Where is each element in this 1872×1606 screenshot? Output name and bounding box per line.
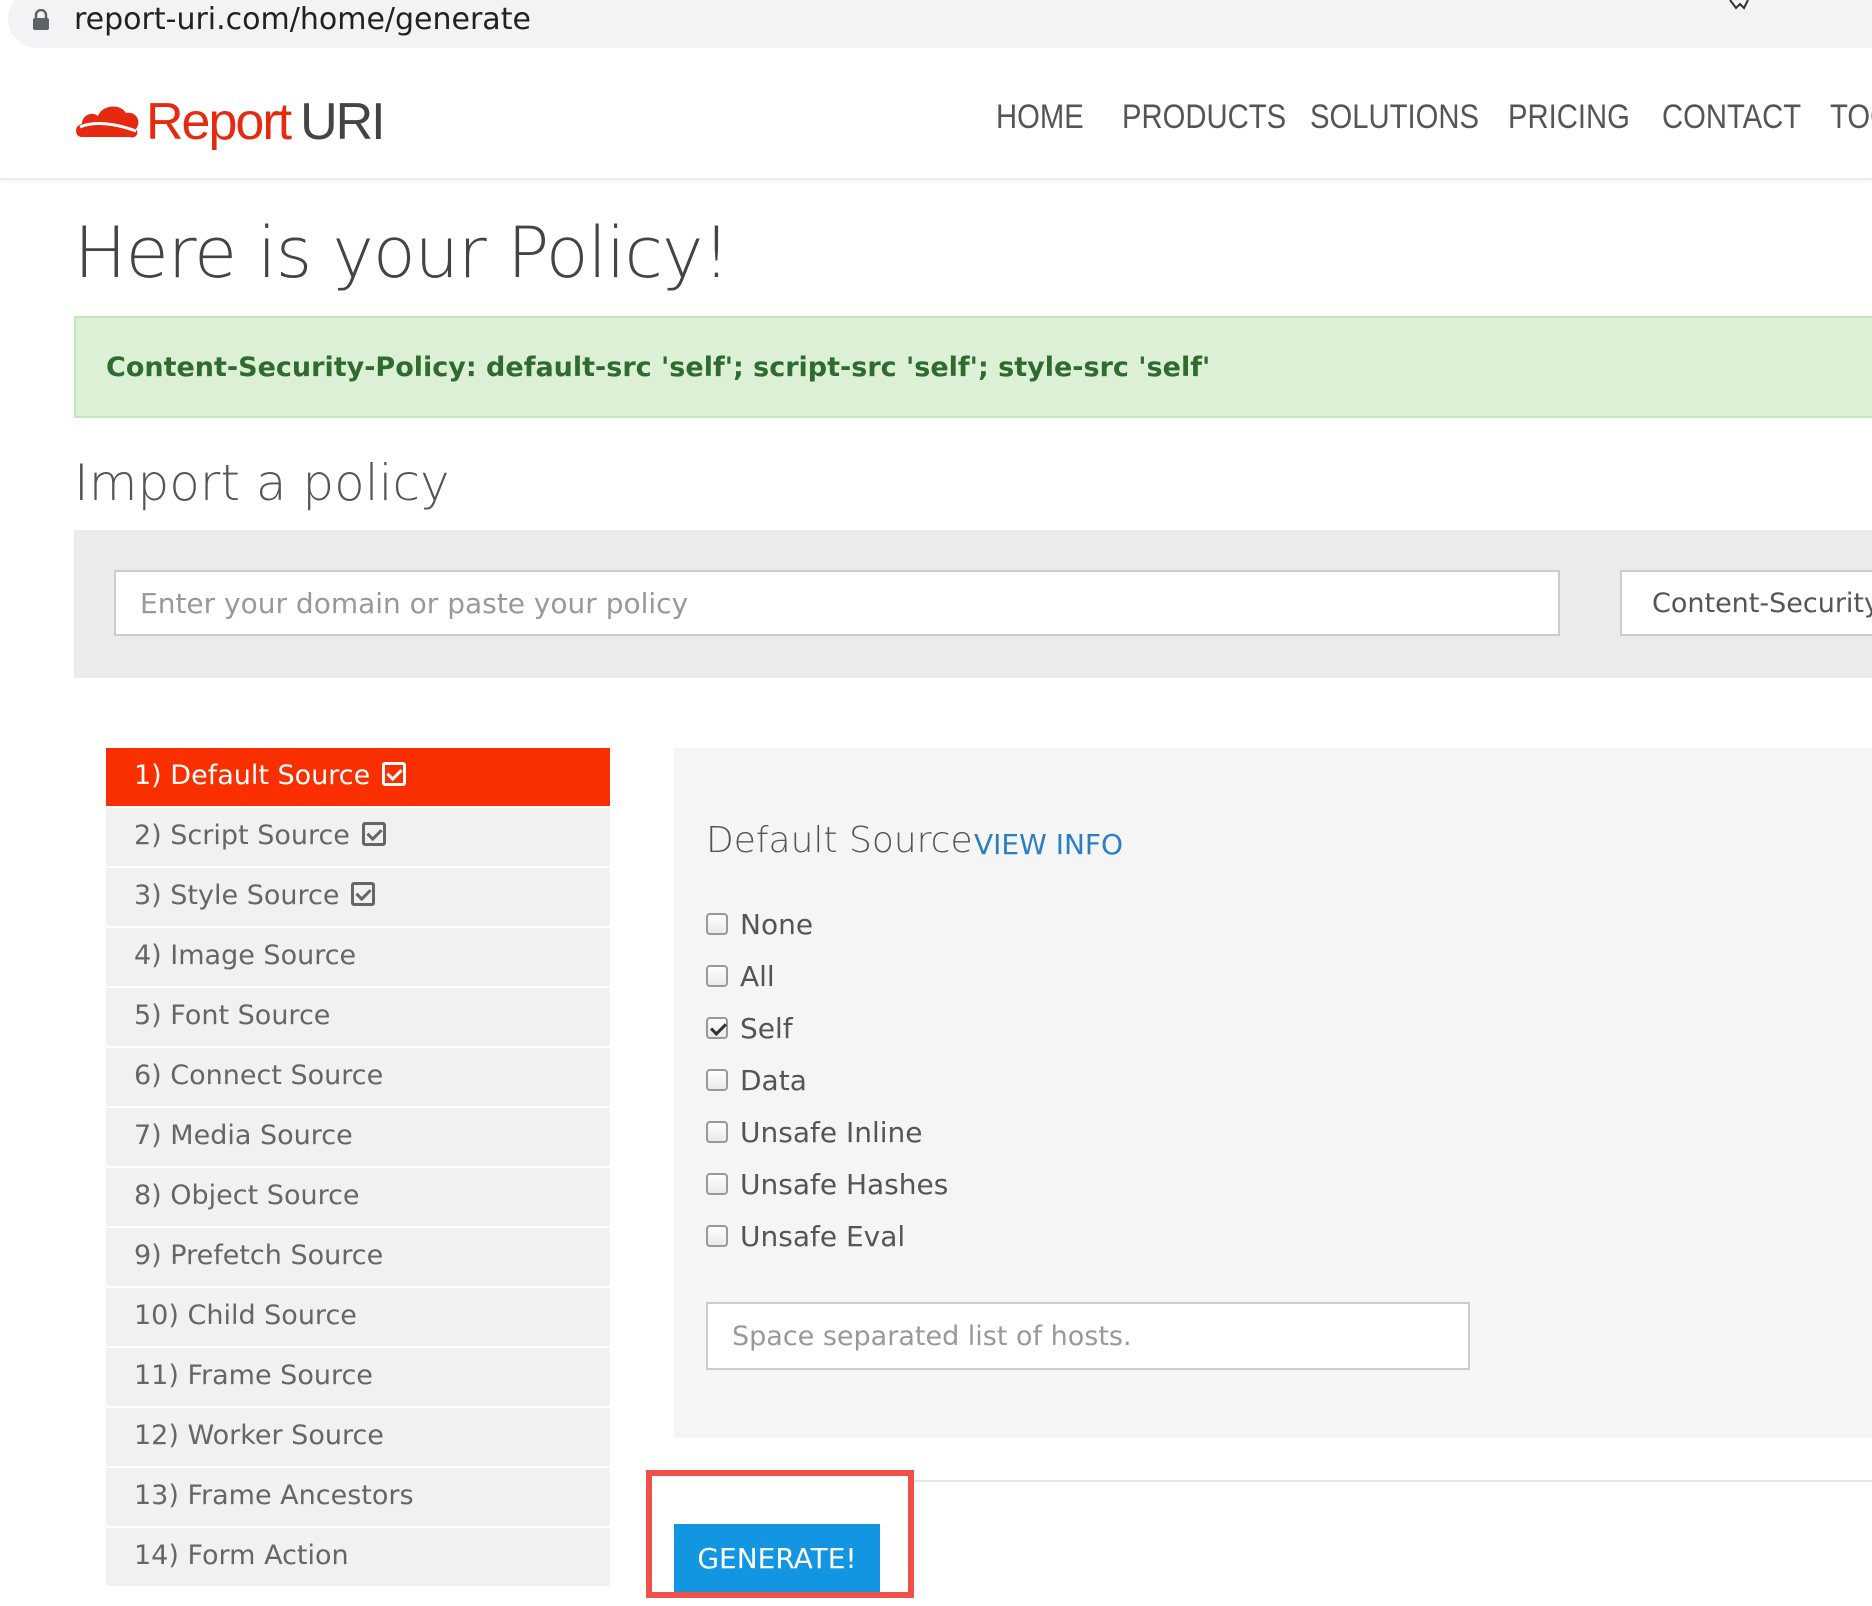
directive-item-style-source[interactable]: 3) Style Source bbox=[106, 868, 610, 926]
nav-solutions[interactable]: SOLUTIONS bbox=[1310, 98, 1479, 137]
option-unsafe-inline[interactable]: Unsafe Inline bbox=[706, 1112, 923, 1152]
directive-item-connect-source[interactable]: 6) Connect Source bbox=[106, 1048, 610, 1106]
checkbox-checked-icon bbox=[361, 822, 386, 846]
directive-label: 9) Prefetch Source bbox=[134, 1240, 384, 1271]
checkbox[interactable] bbox=[706, 1121, 728, 1143]
option-none[interactable]: None bbox=[706, 904, 813, 944]
directive-item-media-source[interactable]: 7) Media Source bbox=[106, 1108, 610, 1166]
hosts-input[interactable] bbox=[706, 1302, 1470, 1370]
browser-address-bar: report-uri.com/home/generate bbox=[0, 0, 1872, 58]
checkbox[interactable] bbox=[706, 965, 728, 987]
directive-item-worker-source[interactable]: 12) Worker Source bbox=[106, 1408, 610, 1466]
directive-list: 1) Default Source 2) Script Source 3) St… bbox=[106, 748, 610, 1588]
directive-item-prefetch-source[interactable]: 9) Prefetch Source bbox=[106, 1228, 610, 1286]
checkbox[interactable] bbox=[706, 1069, 728, 1091]
directive-label: 5) Font Source bbox=[134, 1000, 331, 1031]
url-text[interactable]: report-uri.com/home/generate bbox=[74, 2, 531, 37]
directive-item-form-action[interactable]: 14) Form Action bbox=[106, 1528, 610, 1586]
option-all[interactable]: All bbox=[706, 956, 775, 996]
directive-item-font-source[interactable]: 5) Font Source bbox=[106, 988, 610, 1046]
checkbox[interactable] bbox=[706, 1225, 728, 1247]
directive-label: 8) Object Source bbox=[134, 1180, 360, 1211]
directive-item-child-source[interactable]: 10) Child Source bbox=[106, 1288, 610, 1346]
directive-item-frame-source[interactable]: 11) Frame Source bbox=[106, 1348, 610, 1406]
option-label: None bbox=[740, 907, 814, 941]
view-info-link[interactable]: VIEW INFO bbox=[974, 828, 1123, 861]
directive-label: 1) Default Source bbox=[134, 760, 371, 791]
directive-label: 12) Worker Source bbox=[134, 1420, 384, 1451]
lock-icon bbox=[33, 9, 49, 30]
nav-products[interactable]: PRODUCTS bbox=[1122, 98, 1286, 137]
option-unsafe-hashes[interactable]: Unsafe Hashes bbox=[706, 1164, 948, 1204]
directive-item-default-source[interactable]: 1) Default Source bbox=[106, 748, 610, 806]
directive-label: 13) Frame Ancestors bbox=[134, 1480, 414, 1511]
policy-output-text[interactable]: Content-Security-Policy: default-src 'se… bbox=[106, 352, 1210, 383]
generate-button[interactable]: GENERATE! bbox=[674, 1524, 880, 1592]
logo-text-report: Report bbox=[146, 93, 292, 151]
page-title: Here is your Policy! bbox=[74, 212, 730, 294]
import-heading: Import a policy bbox=[74, 454, 450, 512]
directive-item-object-source[interactable]: 8) Object Source bbox=[106, 1168, 610, 1226]
panel-title: Default Source bbox=[706, 820, 973, 861]
nav-home[interactable]: HOME bbox=[996, 98, 1084, 137]
logo-text-uri: URI bbox=[300, 93, 386, 151]
directive-label: 6) Connect Source bbox=[134, 1060, 384, 1091]
import-policy-input[interactable] bbox=[114, 570, 1560, 636]
directive-label: 7) Media Source bbox=[134, 1120, 353, 1151]
directive-item-script-source[interactable]: 2) Script Source bbox=[106, 808, 610, 866]
directive-label: 11) Frame Source bbox=[134, 1360, 373, 1391]
checkbox-checked-icon bbox=[351, 882, 376, 906]
mouse-cursor-icon bbox=[1729, 0, 1749, 10]
option-data[interactable]: Data bbox=[706, 1060, 807, 1100]
nav-pricing[interactable]: PRICING bbox=[1508, 98, 1630, 137]
checkbox-checked-icon bbox=[382, 762, 407, 786]
directive-panel: Default Source VIEW INFO None All Self D… bbox=[674, 748, 1872, 1438]
directive-label: 10) Child Source bbox=[134, 1300, 357, 1331]
report-uri-logo[interactable]: Report URI bbox=[74, 92, 386, 152]
option-label: All bbox=[740, 959, 775, 993]
directive-label: 2) Script Source bbox=[134, 820, 350, 851]
import-panel: Content-Security- bbox=[74, 530, 1872, 678]
checkbox-checked[interactable] bbox=[706, 1017, 728, 1039]
directive-label: 14) Form Action bbox=[134, 1540, 349, 1571]
directive-item-image-source[interactable]: 4) Image Source bbox=[106, 928, 610, 986]
checkbox[interactable] bbox=[706, 913, 728, 935]
option-label: Self bbox=[740, 1011, 793, 1045]
directive-label: 4) Image Source bbox=[134, 940, 357, 971]
option-label: Data bbox=[740, 1063, 807, 1097]
policy-type-select[interactable]: Content-Security- bbox=[1620, 570, 1872, 636]
option-label: Unsafe Eval bbox=[740, 1219, 906, 1253]
directive-item-frame-ancestors[interactable]: 13) Frame Ancestors bbox=[106, 1468, 610, 1526]
policy-output-alert: Content-Security-Policy: default-src 'se… bbox=[74, 316, 1872, 418]
option-label: Unsafe Hashes bbox=[740, 1167, 949, 1201]
site-header: Report URI HOME PRODUCTS SOLUTIONS PRICIN… bbox=[0, 58, 1872, 180]
cloud-logo-icon bbox=[76, 106, 139, 138]
directive-label: 3) Style Source bbox=[134, 880, 340, 911]
option-label: Unsafe Inline bbox=[740, 1115, 923, 1149]
nav-tools[interactable]: TOO bbox=[1830, 98, 1872, 137]
option-unsafe-eval[interactable]: Unsafe Eval bbox=[706, 1216, 905, 1256]
policy-type-select-value: Content-Security- bbox=[1652, 588, 1872, 619]
nav-contact[interactable]: CONTACT bbox=[1662, 98, 1801, 137]
checkbox[interactable] bbox=[706, 1173, 728, 1195]
option-self[interactable]: Self bbox=[706, 1008, 793, 1048]
